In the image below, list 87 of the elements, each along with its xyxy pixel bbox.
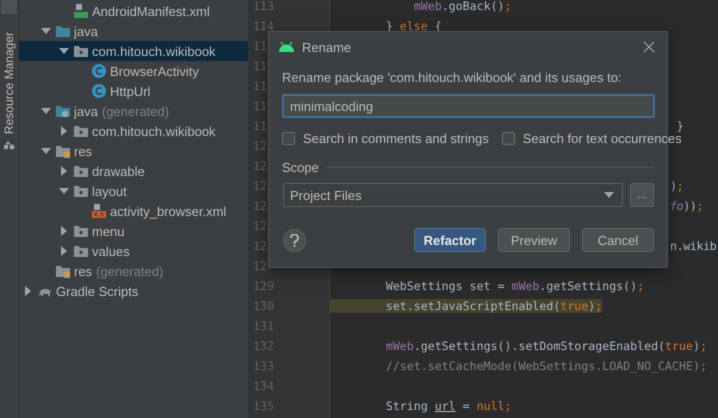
tree-item-label: AndroidManifest.xml (92, 4, 210, 18)
expand-arrow-icon[interactable] (59, 226, 69, 236)
tree-item[interactable]: layout (19, 181, 248, 201)
tree-item-label: com.hitouch.wikibook (92, 124, 216, 138)
scope-dropdown[interactable]: Project Files (283, 183, 623, 207)
class-icon (91, 63, 107, 79)
checkbox-label: Search for text occurrences (522, 131, 682, 146)
tree-item[interactable]: HttpUrl (19, 81, 248, 101)
tree-item-label: values (92, 244, 130, 258)
tree-item-label: HttpUrl (110, 84, 150, 98)
class-icon (91, 83, 107, 99)
tree-item[interactable]: res (generated) (19, 261, 248, 281)
tree-item[interactable]: values (19, 241, 248, 261)
code-line: } (676, 119, 684, 133)
dialog-title: Rename (302, 40, 352, 54)
folder-icon (73, 183, 89, 199)
code-line: ); (670, 179, 684, 193)
tree-item[interactable]: Gradle Scripts (19, 281, 248, 301)
folder-icon (55, 23, 71, 39)
tree-item-label: Gradle Scripts (56, 284, 138, 298)
collapse-arrow-icon[interactable] (41, 26, 51, 36)
tree-item-note: (generated) (102, 104, 170, 118)
resource-manager-tab[interactable]: Resource Manager (2, 30, 16, 136)
expand-arrow-icon[interactable] (59, 126, 69, 136)
shapes-icon[interactable] (3, 140, 15, 152)
tree-item-label: layout (92, 184, 127, 198)
tree-item[interactable]: res (19, 141, 248, 161)
question-mark-icon (290, 234, 299, 246)
code-line: mWeb.goBack(); (412, 0, 512, 13)
collapse-arrow-icon[interactable] (41, 146, 51, 156)
tree-item[interactable]: java (19, 21, 248, 41)
folder-icon (73, 43, 89, 59)
tree-item-label: java (74, 24, 98, 38)
code-line: WebSettings set = mWeb.getSettings(); (384, 279, 644, 293)
manifest-file-icon (73, 3, 89, 19)
tree-item[interactable]: java (generated) (19, 101, 248, 121)
tree-item-label: menu (92, 224, 125, 238)
collapse-arrow-icon[interactable] (59, 46, 69, 56)
tree-item-label: com.hitouch.wikibook (92, 44, 216, 58)
folder-icon (73, 123, 89, 139)
tree-item-note: (generated) (96, 264, 164, 278)
folder-icon (55, 263, 71, 279)
tree-item-label: res (74, 264, 92, 278)
folder-icon (55, 103, 71, 119)
checkbox-label: Search in comments and strings (303, 131, 489, 146)
close-icon (643, 41, 655, 53)
android-icon (278, 42, 295, 52)
folder-icon (73, 243, 89, 259)
tree-item-label: java (74, 104, 98, 118)
scope-heading: Scope (282, 160, 319, 175)
tree-item[interactable]: AndroidManifest.xml (19, 1, 248, 21)
expand-arrow-icon[interactable] (59, 246, 69, 256)
expand-arrow-icon[interactable] (59, 166, 69, 176)
code-line: fo)); (670, 199, 704, 213)
code-line: //set.setCacheMode(WebSettings.LOAD_NO_CACHE); (384, 359, 707, 373)
tree-item[interactable]: drawable (19, 161, 248, 181)
browse-button[interactable]: ... (630, 183, 654, 207)
layout-file-icon (91, 203, 107, 219)
folder-icon (55, 143, 71, 159)
dialog-button[interactable]: Preview (498, 228, 570, 252)
tree-item-label: BrowserActivity (110, 64, 199, 78)
tree-item[interactable]: com.hitouch.wikibook (19, 41, 248, 61)
code-line: mWeb.getSettings().setDomStorageEnabled(true); (384, 339, 707, 353)
close-button[interactable] (641, 39, 657, 55)
dialog-button[interactable]: Cancel (582, 228, 654, 252)
tree-item[interactable]: activity_browser.xml (19, 201, 248, 221)
tree-item-label: drawable (92, 164, 145, 178)
tree-item[interactable]: com.hitouch.wikibook (19, 121, 248, 141)
help-button[interactable] (283, 228, 306, 252)
tree-item-label: activity_browser.xml (110, 204, 226, 218)
code-line: n.wikib (670, 239, 716, 253)
primary-button[interactable]: Refactor (414, 228, 486, 252)
rename-prompt: Rename package 'com.hitouch.wikibook' and its usages to: (282, 70, 623, 85)
tool-tab-marker (1, 0, 17, 14)
checkbox[interactable] (502, 132, 515, 145)
new-name-field[interactable]: minimalcoding (282, 94, 655, 118)
collapse-arrow-icon[interactable] (59, 186, 69, 196)
tree-item-label: res (74, 144, 92, 158)
collapse-arrow-icon[interactable] (41, 106, 51, 116)
folder-icon (73, 223, 89, 239)
tree-item[interactable]: menu (19, 221, 248, 241)
checkbox[interactable] (282, 132, 295, 145)
dropdown-arrow-icon (604, 192, 614, 198)
code-line: String url = null; (384, 399, 512, 413)
folder-icon (73, 163, 89, 179)
tree-item[interactable]: BrowserActivity (19, 61, 248, 81)
expand-arrow-icon[interactable] (23, 286, 33, 296)
